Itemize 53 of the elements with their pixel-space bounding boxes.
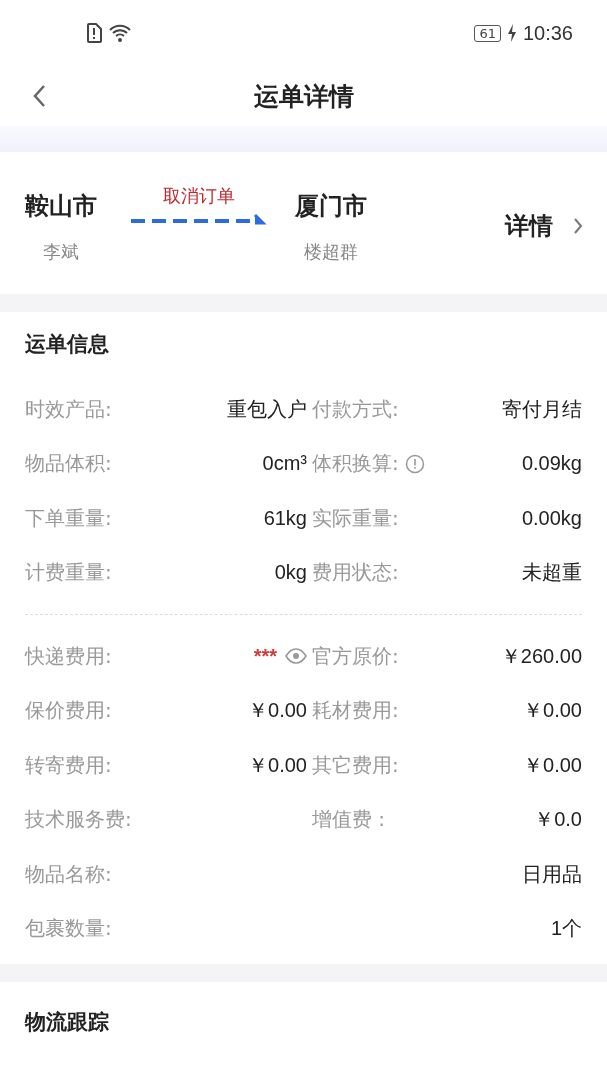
page-title: 运单详情 (253, 80, 354, 113)
section-title: 运单信息 (25, 331, 110, 358)
destination-city: 厦门市 (295, 191, 367, 222)
field-value: ￥0.00 (523, 698, 582, 724)
receiver-name: 楼超群 (304, 240, 358, 264)
field-label: 技术服务费: (25, 806, 132, 834)
field-value: 61kg (263, 506, 307, 530)
clock-time: 10:36 (522, 21, 573, 45)
field-label: 物品体积: (25, 450, 112, 478)
field-value: 重包入户 (227, 396, 307, 422)
field-value: ￥260.00 (500, 643, 582, 669)
section-title: 物流跟踪 (25, 1009, 110, 1036)
field-value: 1个 (550, 916, 582, 942)
details-link[interactable]: 详情 (505, 210, 583, 242)
wifi-icon (108, 23, 132, 43)
field-label: 物品名称: (25, 860, 112, 888)
field-label: 包裹数量: (25, 915, 112, 943)
field-label: 计费重量: (25, 559, 112, 587)
sim-alert-icon (86, 23, 102, 43)
field-label: 下单重量: (25, 504, 112, 532)
field-label: 时效产品: (25, 395, 112, 423)
field-value: 0kg (274, 561, 307, 585)
dashed-arrow-icon (129, 212, 269, 226)
field-value: 未超重 (522, 560, 582, 586)
field-label: 官方原价: (312, 642, 399, 670)
field-label: 转寄费用: (25, 751, 112, 779)
field-label: 费用状态: (312, 559, 399, 587)
field-value: 0.00kg (521, 506, 582, 530)
battery-level: 61 (474, 24, 501, 42)
info-icon[interactable] (404, 453, 425, 474)
masked-value: *** (253, 644, 277, 668)
field-value: 寄付月结 (502, 396, 582, 422)
field-value: ￥0.00 (248, 698, 307, 724)
field-label: 保价费用: (25, 697, 112, 725)
field-value: ￥0.0 (534, 807, 582, 833)
eye-icon[interactable] (285, 648, 307, 665)
field-label: 其它费用: (312, 751, 399, 779)
field-label: 实际重量: (312, 504, 399, 532)
order-status: 取消订单 (163, 184, 235, 208)
field-label: 增值费 : (312, 806, 386, 834)
charging-icon (506, 24, 517, 42)
field-value: 日用品 (522, 861, 582, 887)
field-value: ￥0.00 (248, 752, 307, 778)
field-value: ￥0.00 (523, 752, 582, 778)
origin-city: 鞍山市 (25, 191, 97, 222)
field-label: 体积换算: (312, 450, 399, 478)
field-label: 耗材费用: (312, 697, 399, 725)
field-label: 付款方式: (312, 395, 399, 423)
sender-name: 李斌 (43, 240, 79, 264)
field-label: 快递费用: (25, 642, 112, 670)
chevron-right-icon (573, 217, 583, 235)
field-value: 0.09kg (521, 452, 582, 476)
field-value: 0cm³ (262, 452, 307, 476)
